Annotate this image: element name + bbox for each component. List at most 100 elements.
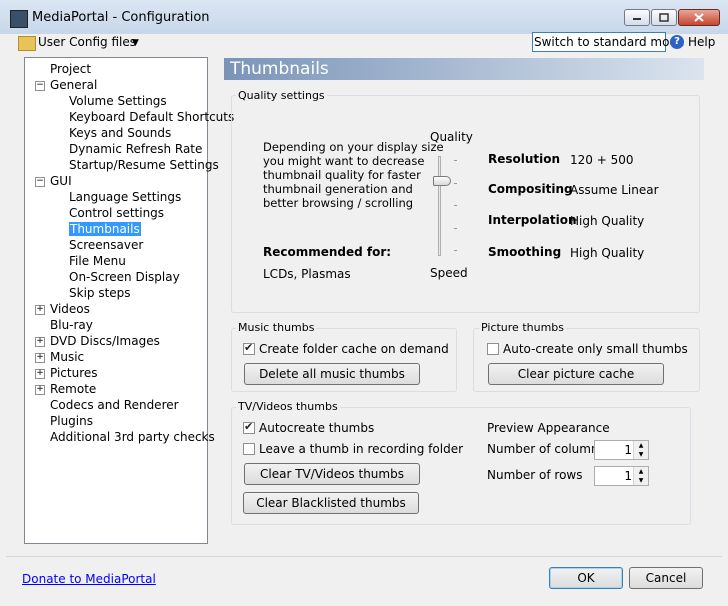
tree-item-keyboard-default-shortcuts[interactable]: Keyboard Default Shortcuts — [69, 109, 234, 125]
quality-settings-label: Quality settings — [236, 89, 327, 102]
collapse-icon[interactable]: − — [35, 81, 45, 91]
quality-slider-track[interactable] — [438, 156, 441, 256]
user-config-files-menu[interactable]: User Config files — [38, 35, 136, 49]
tree-item-language-settings[interactable]: Language Settings — [69, 189, 181, 205]
tree-item-volume-settings[interactable]: Volume Settings — [69, 93, 167, 109]
picture-thumbs-label: Picture thumbs — [479, 321, 567, 334]
tree-item-startup-resume-settings[interactable]: Startup/Resume Settings — [69, 157, 219, 173]
configuration-window: MediaPortal - Configuration User Config … — [0, 0, 728, 606]
slider-quality-label: Quality — [430, 130, 473, 144]
tree-item-blu-ray[interactable]: Blu-ray — [50, 317, 93, 333]
tree-item-music[interactable]: Music — [50, 349, 84, 365]
tree-item-label: GUI — [50, 174, 72, 188]
recommended-value: LCDs, Plasmas — [263, 267, 351, 281]
window-title: MediaPortal - Configuration — [32, 10, 210, 25]
delete-music-thumbs-button[interactable]: Delete all music thumbs — [244, 363, 420, 385]
tree-item-videos[interactable]: Videos — [50, 301, 90, 317]
tree-item-pictures[interactable]: Pictures — [50, 365, 98, 381]
tree-item-project[interactable]: Project — [50, 61, 91, 77]
decrement-icon[interactable]: ▼ — [633, 476, 648, 485]
tree-item-skip-steps[interactable]: Skip steps — [69, 285, 131, 301]
tree-item-screensaver[interactable]: Screensaver — [69, 237, 143, 253]
close-icon — [694, 13, 704, 22]
tree-item-label: Thumbnails — [69, 222, 141, 236]
leave-thumb-label[interactable]: Leave a thumb in recording folder — [259, 442, 463, 456]
tree-item-label: Startup/Resume Settings — [69, 158, 219, 172]
collapse-icon[interactable]: − — [35, 177, 45, 187]
tree-item-thumbnails[interactable]: Thumbnails — [69, 221, 141, 237]
minimize-button[interactable] — [624, 9, 650, 26]
tree-item-file-menu[interactable]: File Menu — [69, 253, 126, 269]
folder-icon — [18, 36, 36, 51]
tree-item-dynamic-refresh-rate[interactable]: Dynamic Refresh Rate — [69, 141, 202, 157]
columns-stepper[interactable]: 1 ▲ ▼ — [594, 440, 649, 460]
expand-icon[interactable]: + — [35, 305, 45, 315]
cancel-button[interactable]: Cancel — [629, 567, 703, 589]
tree-item-dvd-discs-images[interactable]: DVD Discs/Images — [50, 333, 160, 349]
auto-small-thumbs-checkbox[interactable] — [487, 343, 499, 355]
tree-item-label: Remote — [50, 382, 97, 396]
tree-item-remote[interactable]: Remote — [50, 381, 96, 397]
quality-description: Depending on your display size you might… — [263, 140, 444, 210]
leave-thumb-checkbox[interactable] — [243, 443, 255, 455]
chevron-down-icon[interactable]: ▼ — [132, 38, 139, 48]
expand-icon[interactable]: + — [35, 353, 45, 363]
tree-item-label: Additional 3rd party checks — [50, 430, 215, 444]
expand-icon[interactable]: + — [35, 337, 45, 347]
increment-icon[interactable]: ▲ — [633, 441, 648, 450]
settings-tree[interactable]: Project General − Volume Settings Keyboard D… — [24, 57, 234, 544]
slider-tick — [454, 228, 457, 229]
tree-item-label: Music — [50, 350, 85, 364]
auto-small-thumbs-label[interactable]: Auto-create only small thumbs — [503, 342, 688, 356]
tree-item-keys-and-sounds[interactable]: Keys and Sounds — [69, 125, 171, 141]
increment-icon[interactable]: ▲ — [633, 467, 648, 476]
tree-item-label: Plugins — [50, 414, 93, 428]
recommended-label: Recommended for: — [263, 245, 392, 259]
decrement-icon[interactable]: ▼ — [633, 450, 648, 459]
maximize-button[interactable] — [651, 9, 677, 26]
tree-item-gui[interactable]: GUI — [50, 173, 72, 189]
autocreate-thumbs-checkbox[interactable] — [243, 420, 255, 434]
footer-divider — [6, 556, 722, 557]
tree-item-plugins[interactable]: Plugins — [50, 413, 93, 429]
page-header: Thumbnails — [224, 58, 704, 80]
interpolation-label: Interpolation — [488, 213, 577, 227]
tree-item-codecs-and-renderer[interactable]: Codecs and Renderer — [50, 397, 179, 413]
tree-item-on-screen-display[interactable]: On-Screen Display — [69, 269, 180, 285]
tree-item-label: On-Screen Display — [69, 270, 180, 284]
columns-value[interactable]: 1 — [624, 443, 632, 457]
create-cache-label[interactable]: Create folder cache on demand — [259, 342, 449, 356]
slider-tick — [454, 250, 457, 251]
clear-blacklisted-thumbs-button[interactable]: Clear Blacklisted thumbs — [243, 492, 419, 514]
tree-item-label: Language Settings — [69, 190, 182, 204]
tree-item-label: Blu-ray — [50, 318, 93, 332]
help-button[interactable]: Help — [688, 35, 715, 49]
expand-icon[interactable]: + — [35, 385, 45, 395]
interpolation-value: High Quality — [570, 214, 645, 228]
music-thumbs-label: Music thumbs — [236, 321, 317, 334]
clear-tv-videos-thumbs-button[interactable]: Clear TV/Videos thumbs — [244, 463, 420, 485]
app-icon — [10, 10, 28, 28]
tree-item-label: Pictures — [50, 366, 98, 380]
tree-item-control-settings[interactable]: Control settings — [69, 205, 164, 221]
rows-stepper[interactable]: 1 ▲ ▼ — [594, 466, 649, 486]
tree-item-label: Keyboard Default Shortcuts — [69, 110, 235, 124]
page-title: Thumbnails — [230, 59, 329, 79]
switch-mode-button[interactable]: Switch to standard mode — [532, 32, 684, 52]
create-cache-checkbox[interactable] — [243, 341, 255, 355]
rows-value[interactable]: 1 — [624, 469, 632, 483]
help-icon[interactable]: ? — [670, 35, 684, 49]
quality-slider-thumb[interactable] — [433, 176, 451, 186]
donate-link[interactable]: Donate to MediaPortal — [22, 572, 156, 586]
tree-item-label: Control settings — [69, 206, 165, 220]
expand-icon[interactable]: + — [35, 369, 45, 379]
tree-item-additional-3rd-party-checks[interactable]: Additional 3rd party checks — [50, 429, 215, 445]
tree-item-general[interactable]: General — [50, 77, 97, 93]
compositing-value: Assume Linear — [570, 183, 659, 197]
tree-item-label: Keys and Sounds — [69, 126, 172, 140]
autocreate-thumbs-label[interactable]: Autocreate thumbs — [259, 421, 374, 435]
close-button[interactable] — [678, 9, 720, 26]
clear-picture-cache-button[interactable]: Clear picture cache — [488, 363, 664, 385]
tree-item-label: DVD Discs/Images — [50, 334, 160, 348]
ok-button[interactable]: OK — [549, 567, 623, 589]
